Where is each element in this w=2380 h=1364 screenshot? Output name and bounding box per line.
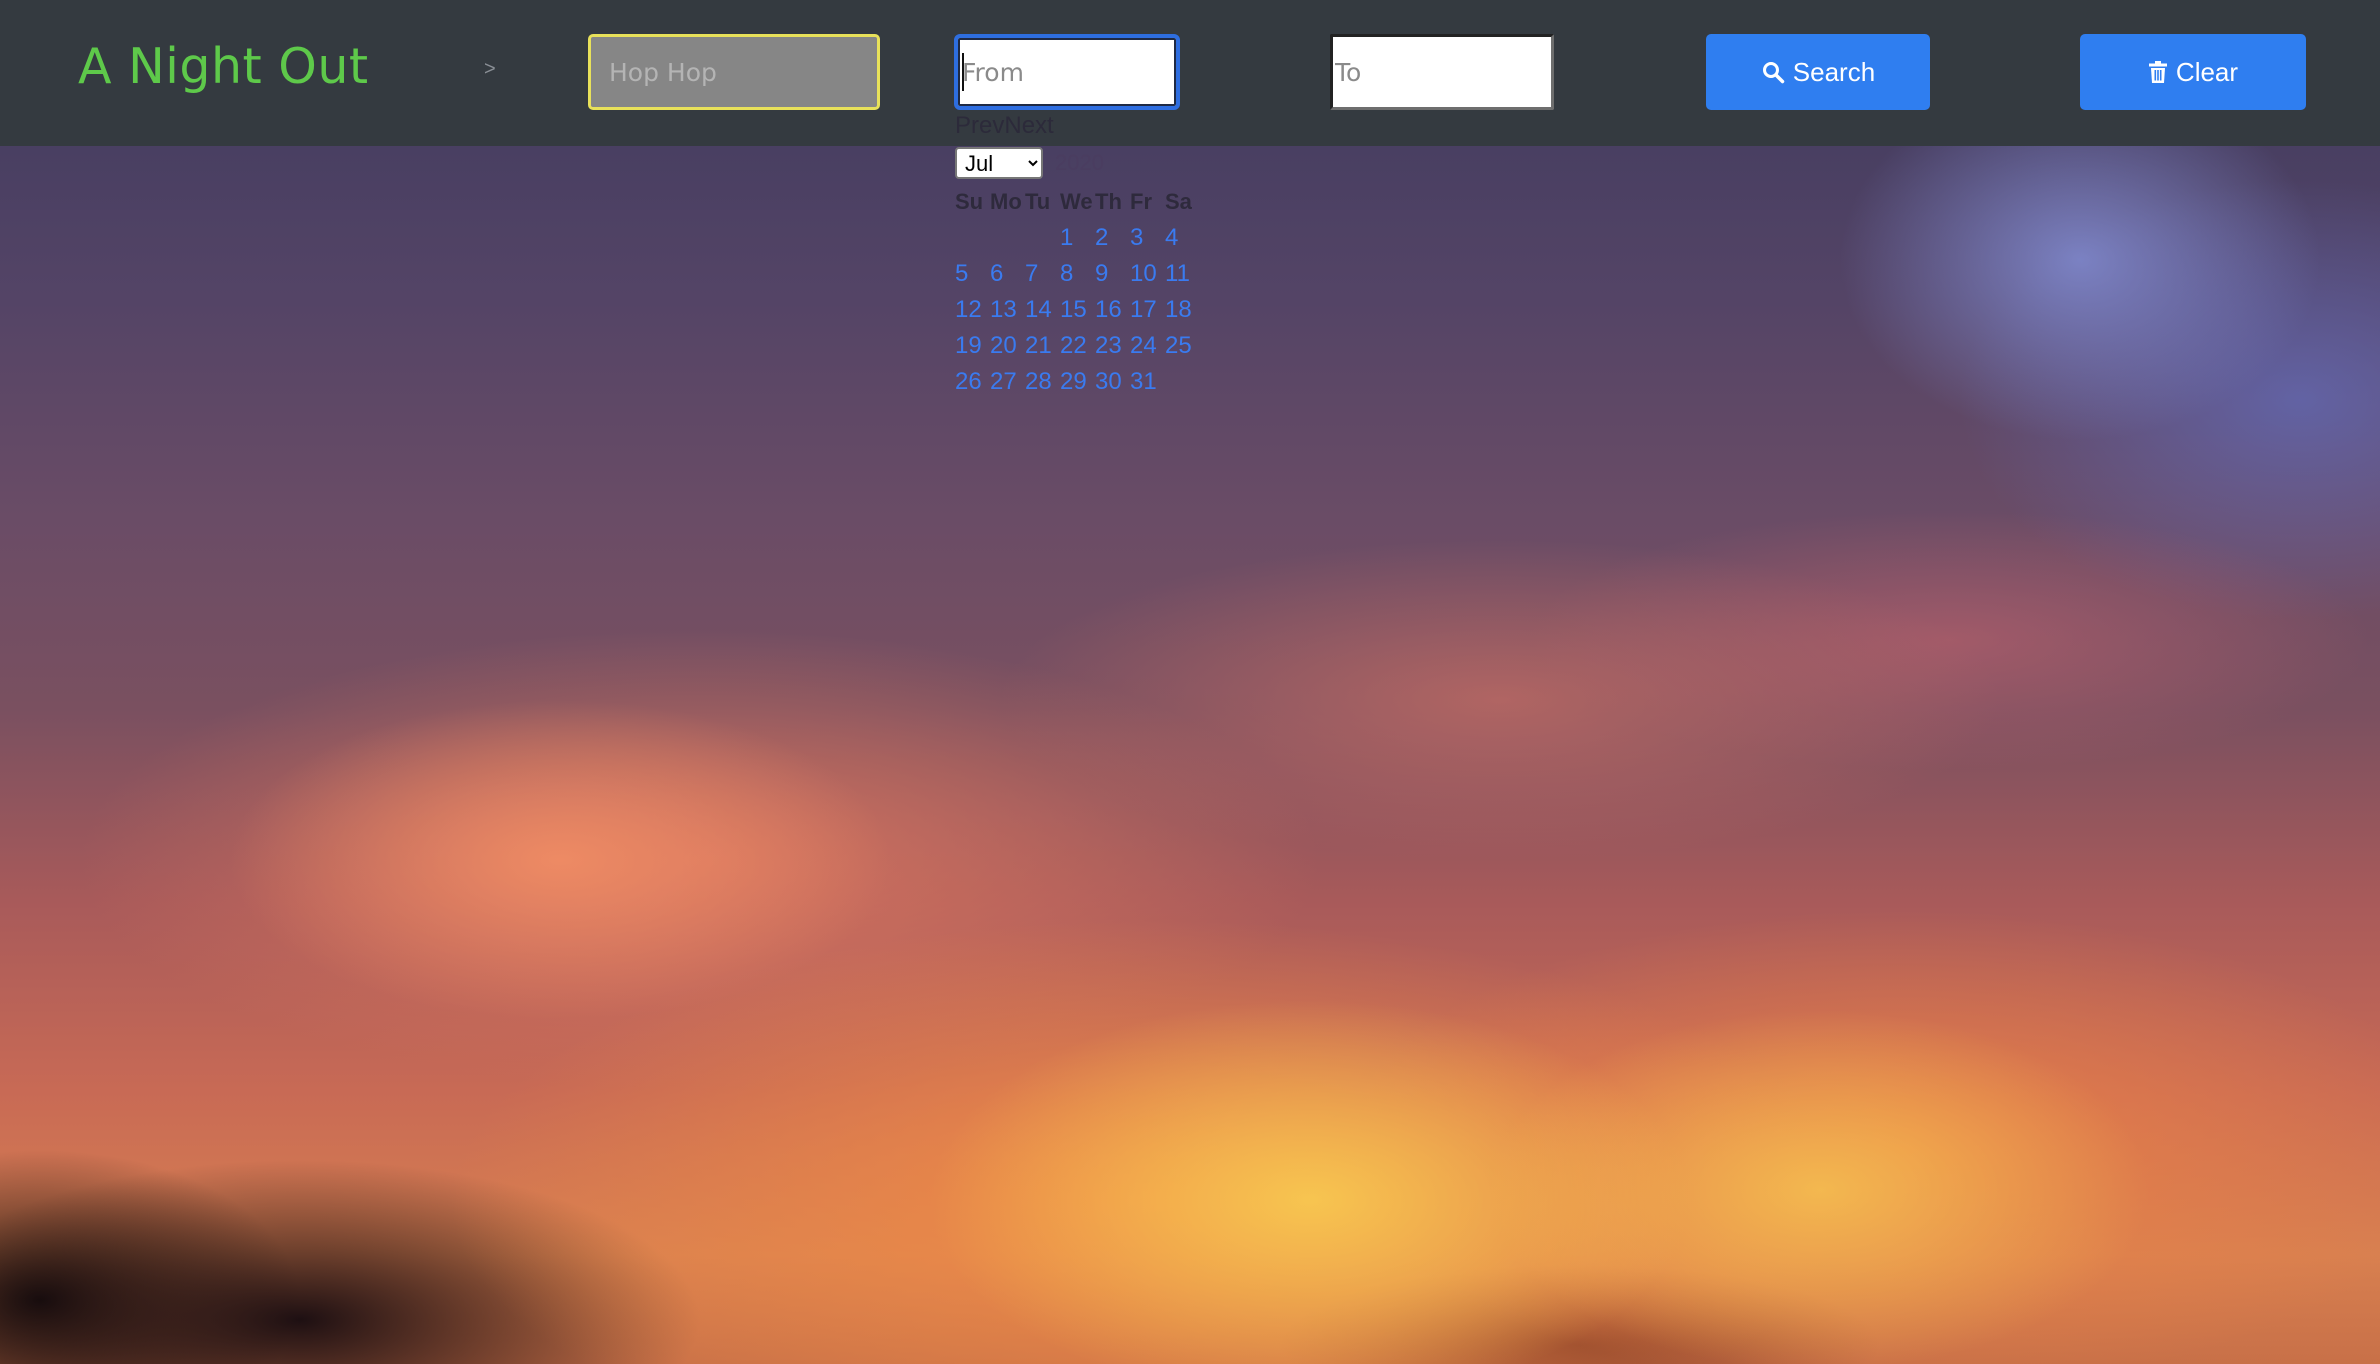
calendar-day[interactable]: 11	[1165, 256, 1200, 292]
calendar-day[interactable]: 12	[955, 292, 990, 328]
to-date-input[interactable]	[1330, 34, 1554, 110]
weekday-label: Mo	[990, 189, 1022, 214]
datepicker-nav: PrevNext	[955, 112, 1215, 142]
calendar-day[interactable]: 23	[1095, 328, 1130, 364]
weekday-label: Su	[955, 189, 984, 214]
datepicker-next-link[interactable]: Next	[1004, 112, 1053, 139]
calendar-day[interactable]: 26	[955, 364, 990, 400]
clear-button-label: Clear	[2175, 56, 2239, 87]
calendar-day[interactable]: 5	[955, 256, 990, 292]
calendar-day[interactable]: 4	[1165, 220, 1200, 256]
calendar-day[interactable]: 9	[1095, 256, 1130, 292]
calendar-day[interactable]: 25	[1165, 328, 1200, 364]
calendar-day[interactable]: 18	[1165, 292, 1200, 328]
brand-logo[interactable]: A Night Out	[78, 38, 369, 95]
category-input[interactable]	[588, 34, 880, 110]
calendar-day[interactable]: 17	[1130, 292, 1165, 328]
calendar-day[interactable]: 6	[990, 256, 1025, 292]
datepicker-year: 2020	[1055, 150, 1104, 175]
datepicker-prev-link[interactable]: Prev	[955, 112, 1004, 139]
calendar-day[interactable]: 2	[1095, 220, 1130, 256]
calendar-day[interactable]: 27	[990, 364, 1025, 400]
calendar-day[interactable]: 30	[1095, 364, 1130, 400]
calendar-day[interactable]: 3	[1130, 220, 1165, 256]
calendar-day[interactable]: 24	[1130, 328, 1165, 364]
calendar-day[interactable]: 29	[1060, 364, 1095, 400]
calendar-empty-cell	[990, 220, 1025, 256]
clear-button[interactable]: Clear	[2080, 34, 2306, 110]
weekday-label: Fr	[1130, 189, 1152, 214]
calendar-day[interactable]: 15	[1060, 292, 1095, 328]
month-select[interactable]: Jul	[955, 147, 1043, 179]
datepicker-header: Jul 2020	[955, 146, 1215, 180]
calendar-day[interactable]: 19	[955, 328, 990, 364]
calendar-grid: Su Mo Tu We Th Fr Sa 1 2 3 4 5 6 7 8 9 1…	[955, 184, 1200, 400]
search-icon	[1761, 60, 1785, 84]
trash-icon	[2148, 60, 2168, 84]
calendar-day[interactable]: 28	[1025, 364, 1060, 400]
calendar-day[interactable]: 22	[1060, 328, 1095, 364]
calendar-week-row: 26 27 28 29 30 31	[955, 364, 1200, 400]
calendar-day[interactable]: 1	[1060, 220, 1095, 256]
search-button-label: Search	[1792, 56, 1876, 87]
breadcrumb-separator: >	[484, 58, 496, 80]
calendar-day[interactable]: 7	[1025, 256, 1060, 292]
calendar-empty-cell	[1165, 364, 1200, 400]
weekday-header-row: Su Mo Tu We Th Fr Sa	[955, 184, 1200, 220]
weekday-label: Tu	[1025, 189, 1051, 214]
calendar-day[interactable]: 31	[1130, 364, 1165, 400]
calendar-day[interactable]: 8	[1060, 256, 1095, 292]
calendar-day[interactable]: 14	[1025, 292, 1060, 328]
calendar-day[interactable]: 13	[990, 292, 1025, 328]
calendar-day[interactable]: 21	[1025, 328, 1060, 364]
calendar-week-row: 19 20 21 22 23 24 25	[955, 328, 1200, 364]
calendar-week-row: 12 13 14 15 16 17 18	[955, 292, 1200, 328]
weekday-label: Th	[1095, 189, 1122, 214]
search-button[interactable]: Search	[1706, 34, 1930, 110]
calendar-week-row: 5 6 7 8 9 10 11	[955, 256, 1200, 292]
weekday-label: We	[1060, 189, 1093, 214]
calendar-day[interactable]: 20	[990, 328, 1025, 364]
text-caret	[962, 53, 964, 91]
calendar-empty-cell	[955, 220, 990, 256]
from-date-input[interactable]	[954, 34, 1180, 110]
datepicker-popup: PrevNext Jul 2020 Su Mo Tu We Th Fr Sa 1	[955, 112, 1215, 400]
weekday-label: Sa	[1165, 189, 1192, 214]
calendar-empty-cell	[1025, 220, 1060, 256]
calendar-day[interactable]: 16	[1095, 292, 1130, 328]
calendar-week-row: 1 2 3 4	[955, 220, 1200, 256]
calendar-day[interactable]: 10	[1130, 256, 1165, 292]
